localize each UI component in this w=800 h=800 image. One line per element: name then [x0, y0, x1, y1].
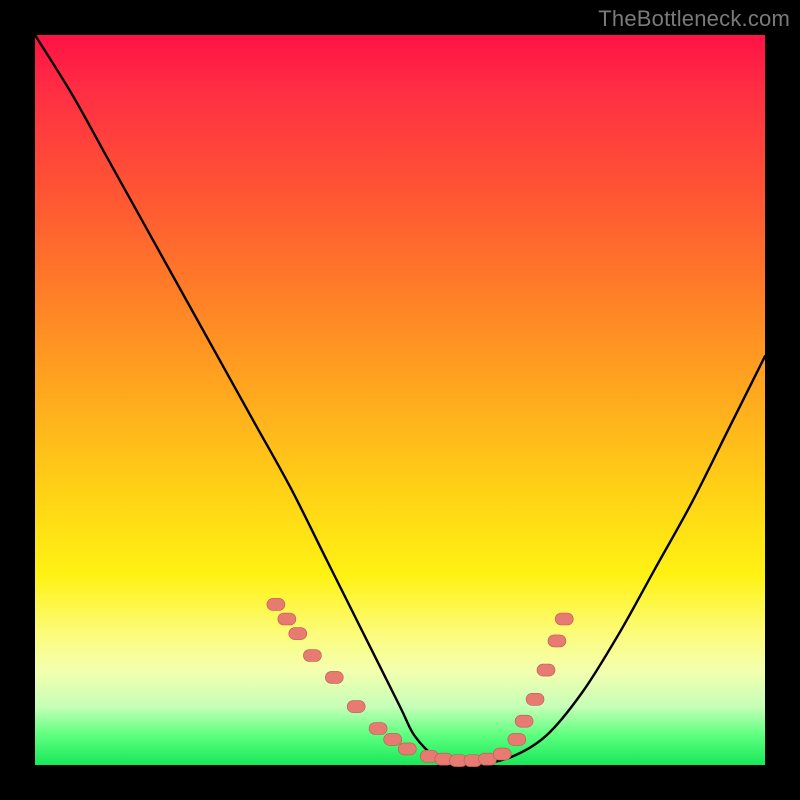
highlight-point: [537, 664, 555, 676]
highlight-point: [548, 635, 566, 647]
highlight-point: [515, 715, 533, 727]
plot-area: [35, 35, 765, 765]
highlight-point: [369, 723, 387, 735]
watermark-text: TheBottleneck.com: [598, 6, 790, 32]
highlight-point: [398, 743, 416, 755]
bottleneck-curve-path: [35, 35, 765, 766]
chart-frame: TheBottleneck.com: [0, 0, 800, 800]
highlight-point: [325, 671, 343, 683]
highlight-point: [384, 733, 402, 745]
highlight-point: [493, 748, 511, 760]
highlight-point: [555, 613, 573, 625]
highlight-point: [278, 613, 296, 625]
highlight-point: [508, 733, 526, 745]
highlight-point: [347, 701, 365, 713]
highlight-point: [289, 628, 307, 640]
highlight-point: [526, 693, 544, 705]
bottleneck-curve-svg: [35, 35, 765, 765]
highlight-point: [303, 650, 321, 662]
highlight-point: [267, 598, 285, 610]
